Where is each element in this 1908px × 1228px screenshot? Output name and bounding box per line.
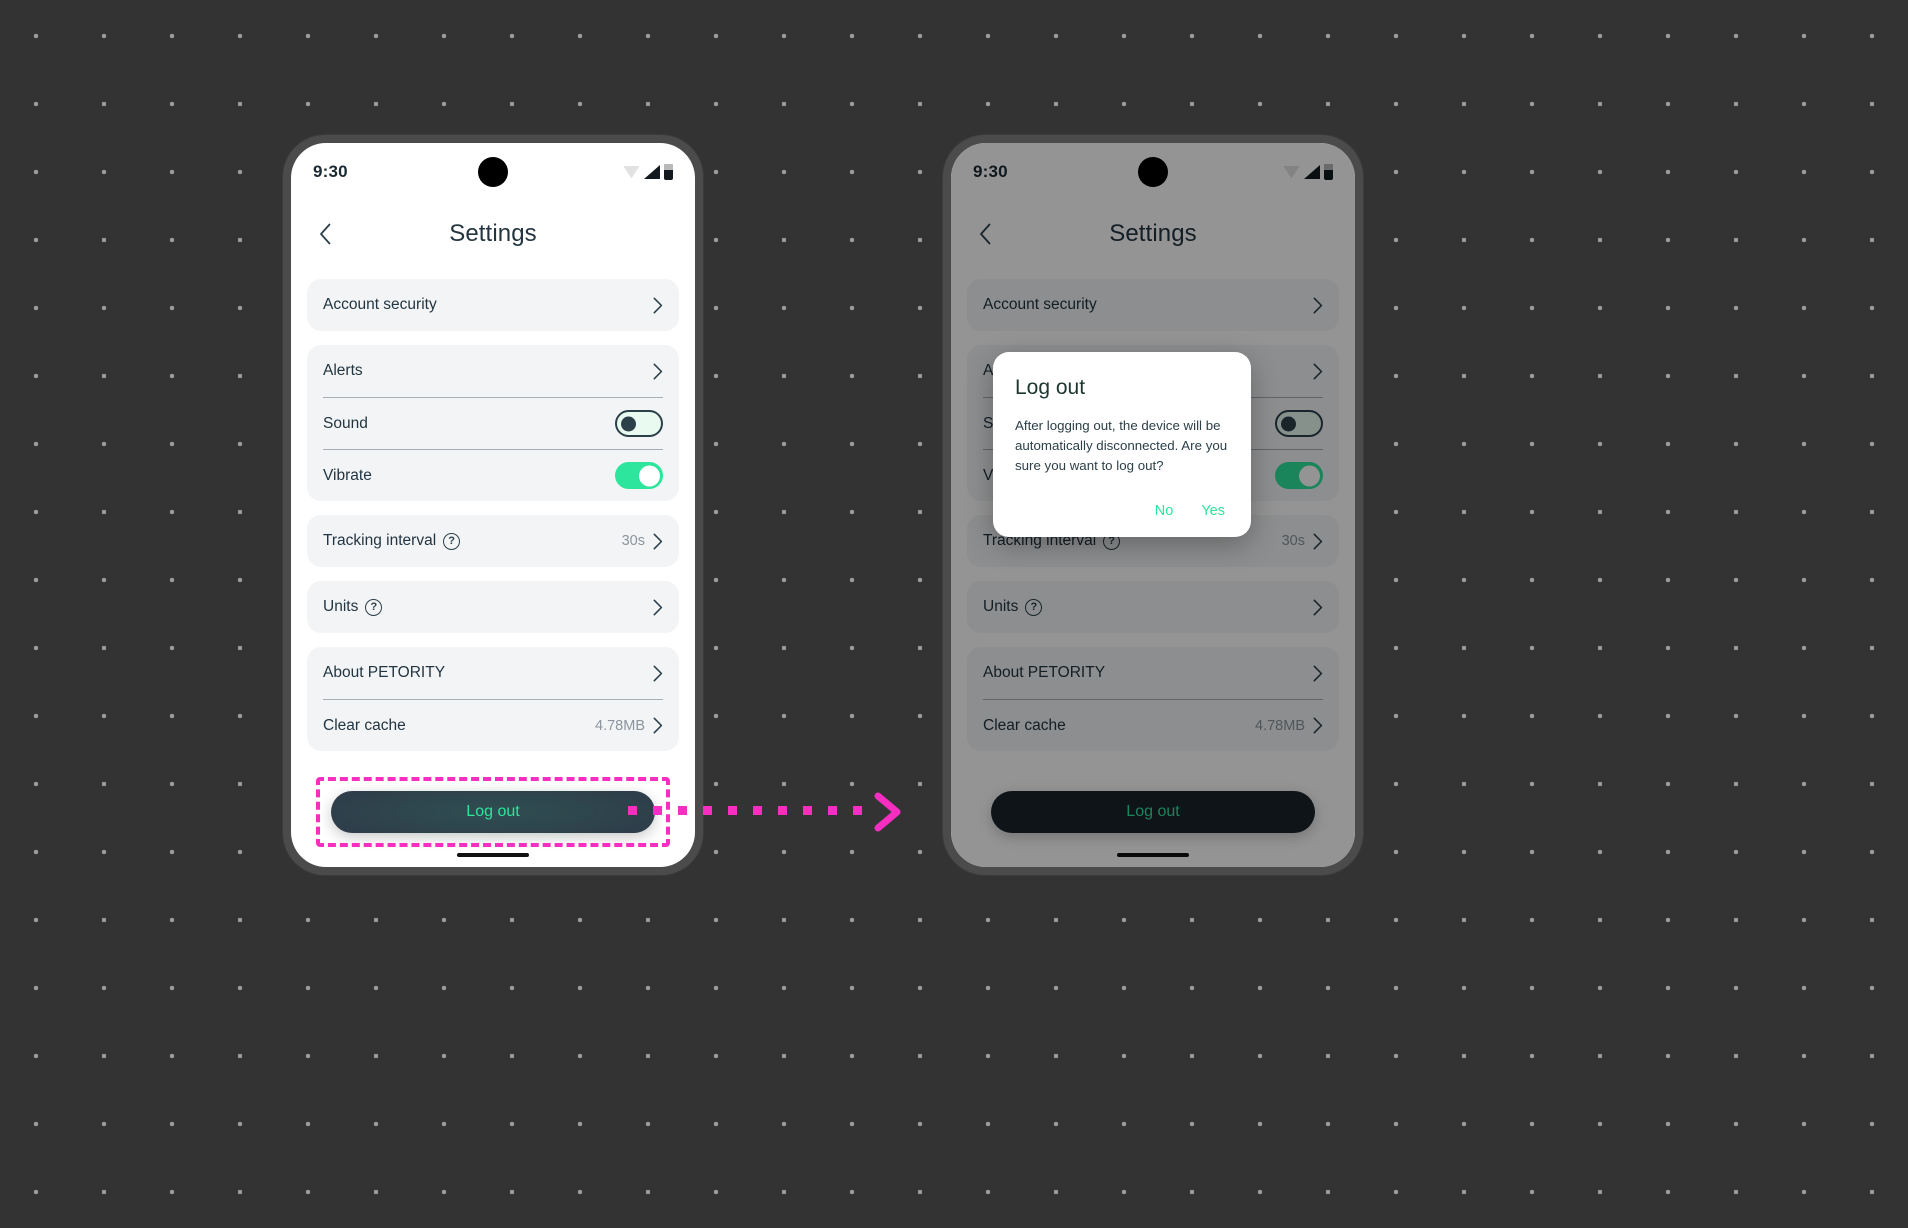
home-indicator xyxy=(457,853,529,857)
page-title: Settings xyxy=(1109,220,1197,247)
settings-group-account: Account security xyxy=(967,279,1339,331)
settings-row-units[interactable]: Units ? xyxy=(983,581,1323,633)
chevron-right-icon xyxy=(1313,599,1323,616)
chevron-right-icon xyxy=(1313,297,1323,314)
settings-group-tracking: Tracking interval ? 30s xyxy=(307,515,679,567)
row-label: Units xyxy=(983,598,1019,615)
logout-confirm-dialog: Log out After logging out, the device wi… xyxy=(993,352,1251,537)
chevron-right-icon xyxy=(1313,717,1323,734)
nav-header: Settings xyxy=(951,201,1355,267)
chevron-right-icon xyxy=(653,665,663,682)
dialog-title: Log out xyxy=(1015,376,1086,399)
status-bar: 9:30 xyxy=(291,143,695,201)
settings-group-account: Account security xyxy=(307,279,679,331)
row-value: 30s xyxy=(621,533,645,549)
settings-row-account-security[interactable]: Account security xyxy=(983,279,1323,331)
sound-toggle[interactable] xyxy=(1275,410,1323,437)
row-label: Units xyxy=(323,598,359,615)
row-label: Clear cache xyxy=(983,716,1066,734)
dialog-message: After logging out, the device will be au… xyxy=(1015,418,1228,474)
chevron-right-icon xyxy=(653,297,663,314)
toggle-knob xyxy=(639,465,660,486)
row-label: Tracking interval xyxy=(323,532,437,549)
settings-list: Account security Alerts Sound xyxy=(291,267,695,867)
toggle-knob xyxy=(1299,465,1320,486)
toggle-knob xyxy=(1281,416,1296,431)
camera-punch-hole xyxy=(1138,157,1168,187)
help-icon[interactable]: ? xyxy=(365,598,383,616)
row-label: About PETORITY xyxy=(983,664,1106,681)
row-label: About PETORITY xyxy=(323,664,446,681)
row-value: 4.78MB xyxy=(1255,717,1305,734)
vibrate-toggle[interactable] xyxy=(1275,462,1323,489)
chevron-right-icon xyxy=(653,533,663,550)
chevron-right-icon xyxy=(653,363,663,380)
help-icon[interactable]: ? xyxy=(443,532,461,550)
status-icons xyxy=(1283,164,1333,180)
phone-mockup-before: 9:30 Settings Account security Alerts So… xyxy=(283,135,703,875)
chevron-right-arrow-icon xyxy=(873,791,903,838)
vibrate-toggle[interactable] xyxy=(615,462,663,489)
chevron-right-icon xyxy=(653,717,663,734)
battery-icon xyxy=(1324,164,1333,180)
status-bar: 9:30 xyxy=(951,143,1355,201)
dialog-no-button[interactable]: No xyxy=(1155,503,1174,519)
status-time: 9:30 xyxy=(313,162,348,181)
settings-row-clear-cache[interactable]: Clear cache 4.78MB xyxy=(323,699,663,751)
row-label: Clear cache xyxy=(323,716,406,734)
logout-area: Log out xyxy=(307,777,679,847)
nav-header: Settings xyxy=(291,201,695,267)
signal-bars-icon xyxy=(1304,165,1320,179)
settings-group-about: About PETORITY Clear cache 4.78MB xyxy=(967,647,1339,751)
row-label: Account security xyxy=(983,296,1097,313)
toggle-knob xyxy=(621,416,636,431)
phone-mockup-after: 9:30 Settings Account security Tracking … xyxy=(943,135,1363,875)
wifi-icon xyxy=(623,165,640,179)
logout-area: Log out xyxy=(967,791,1339,833)
row-value: 4.78MB xyxy=(595,717,645,734)
logout-button[interactable]: Log out xyxy=(991,791,1315,833)
settings-row-sound[interactable]: Sound xyxy=(323,397,663,449)
settings-group-about: About PETORITY Clear cache 4.78MB xyxy=(307,647,679,751)
wifi-icon xyxy=(1283,165,1300,179)
settings-row-alerts[interactable]: Alerts xyxy=(323,345,663,397)
dialog-actions: No Yes xyxy=(1015,503,1229,519)
settings-row-vibrate[interactable]: Vibrate xyxy=(323,449,663,501)
chevron-right-icon xyxy=(1313,665,1323,682)
row-label: Account security xyxy=(323,296,437,313)
chevron-right-icon xyxy=(653,599,663,616)
flow-arrow-connector xyxy=(628,792,903,832)
dashed-line xyxy=(628,806,868,815)
page-title: Settings xyxy=(449,220,537,247)
settings-row-account-security[interactable]: Account security xyxy=(323,279,663,331)
camera-punch-hole xyxy=(478,157,508,187)
help-icon[interactable]: ? xyxy=(1025,598,1043,616)
settings-row-clear-cache[interactable]: Clear cache 4.78MB xyxy=(983,699,1323,751)
settings-row-units[interactable]: Units ? xyxy=(323,581,663,633)
row-label: Sound xyxy=(323,414,368,432)
settings-group-units: Units ? xyxy=(967,581,1339,633)
status-time: 9:30 xyxy=(973,162,1008,181)
chevron-right-icon xyxy=(1313,533,1323,550)
chevron-right-icon xyxy=(1313,363,1323,380)
logout-button[interactable]: Log out xyxy=(331,791,655,833)
sound-toggle[interactable] xyxy=(615,410,663,437)
phone-screen-before: 9:30 Settings Account security Alerts So… xyxy=(291,143,695,867)
settings-row-about[interactable]: About PETORITY xyxy=(983,647,1323,699)
settings-row-tracking-interval[interactable]: Tracking interval ? 30s xyxy=(323,515,663,567)
signal-bars-icon xyxy=(644,165,660,179)
settings-group-alerts: Alerts Sound Vibrate xyxy=(307,345,679,501)
settings-row-about[interactable]: About PETORITY xyxy=(323,647,663,699)
phone-screen-after: 9:30 Settings Account security Tracking … xyxy=(951,143,1355,867)
row-label: Alerts xyxy=(323,362,363,379)
status-icons xyxy=(623,164,673,180)
battery-icon xyxy=(664,164,673,180)
dialog-yes-button[interactable]: Yes xyxy=(1201,503,1225,519)
row-label: Vibrate xyxy=(323,466,372,484)
settings-group-units: Units ? xyxy=(307,581,679,633)
row-value: 30s xyxy=(1281,533,1305,549)
home-indicator xyxy=(1117,853,1189,857)
